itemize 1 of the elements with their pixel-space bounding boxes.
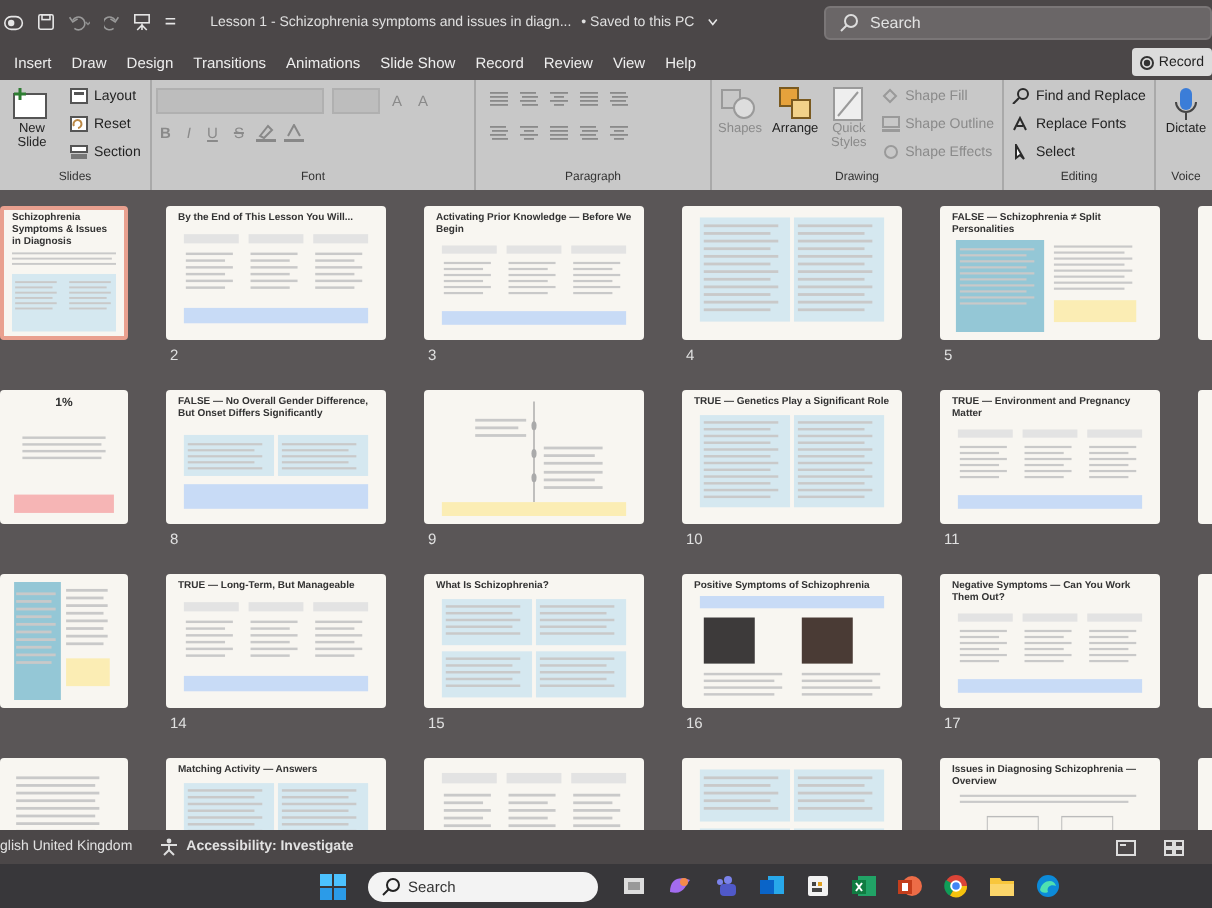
- search-field[interactable]: Search: [824, 5, 1212, 39]
